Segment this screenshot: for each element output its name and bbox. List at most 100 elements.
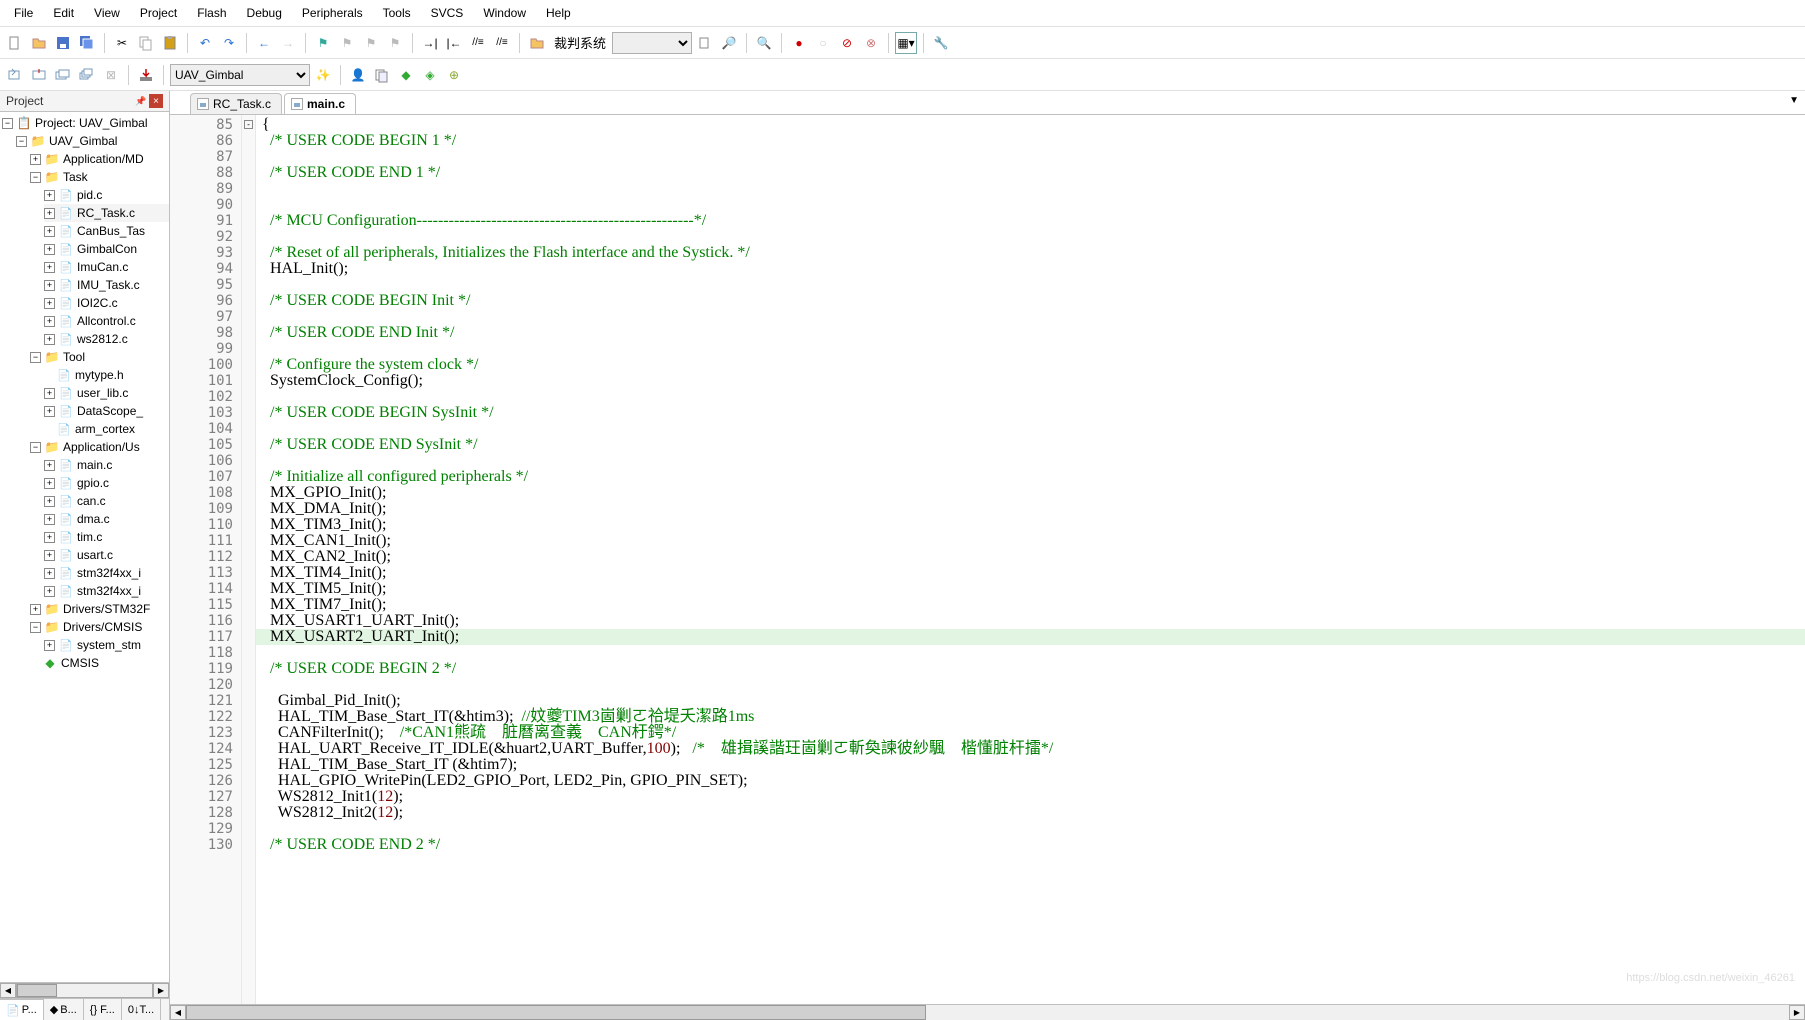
build-button[interactable] bbox=[28, 64, 50, 86]
tree-group[interactable]: −📁Application/Us bbox=[30, 438, 169, 456]
target-select[interactable]: UAV_Gimbal bbox=[170, 64, 310, 86]
stop-build-button[interactable]: ⊠ bbox=[100, 64, 122, 86]
save-all-button[interactable] bbox=[76, 32, 98, 54]
tree-file[interactable]: +📄gpio.c bbox=[44, 474, 169, 492]
tree-file[interactable]: +📄system_stm bbox=[44, 636, 169, 654]
tree-file[interactable]: 📄arm_cortex bbox=[44, 420, 169, 438]
scroll-right-icon[interactable]: ▶ bbox=[153, 983, 169, 998]
tree-group[interactable]: −📁Drivers/CMSIS bbox=[30, 618, 169, 636]
tree-group[interactable]: +📁Drivers/STM32F bbox=[30, 600, 169, 618]
batch-build-button[interactable] bbox=[76, 64, 98, 86]
tree-file[interactable]: +📄CanBus_Tas bbox=[44, 222, 169, 240]
save-button[interactable] bbox=[52, 32, 74, 54]
select-packs-button[interactable] bbox=[371, 64, 393, 86]
window-layout-button[interactable]: ▦▾ bbox=[895, 32, 917, 54]
tree-file[interactable]: +📄can.c bbox=[44, 492, 169, 510]
menu-debug[interactable]: Debug bbox=[237, 2, 292, 24]
tree-file[interactable]: +📄RC_Task.c bbox=[44, 204, 169, 222]
breakpoint-kill-button[interactable]: ⊗ bbox=[860, 32, 882, 54]
pack-installer-button[interactable]: ◆ bbox=[395, 64, 417, 86]
tab-project[interactable]: 📄P... bbox=[0, 999, 44, 1020]
tree-file[interactable]: +📄ws2812.c bbox=[44, 330, 169, 348]
bookmark-next-button[interactable]: ⚑ bbox=[360, 32, 382, 54]
pack-refresh-button[interactable]: ◈ bbox=[419, 64, 441, 86]
tree-file[interactable]: +📄main.c bbox=[44, 456, 169, 474]
tree-file[interactable]: +📄usart.c bbox=[44, 546, 169, 564]
menu-tools[interactable]: Tools bbox=[373, 2, 421, 24]
tree-file[interactable]: +📄Allcontrol.c bbox=[44, 312, 169, 330]
find-button[interactable] bbox=[694, 32, 716, 54]
download-button[interactable] bbox=[135, 64, 157, 86]
editor-hscroll[interactable]: ◀ ▶ bbox=[170, 1004, 1805, 1020]
scroll-left-icon[interactable]: ◀ bbox=[170, 1005, 186, 1020]
configure-button[interactable]: 🔧 bbox=[930, 32, 952, 54]
tab-functions[interactable]: {} F... bbox=[84, 999, 122, 1020]
scroll-track[interactable] bbox=[16, 983, 153, 998]
menu-view[interactable]: View bbox=[84, 2, 130, 24]
uncomment-button[interactable]: //≡ bbox=[491, 32, 513, 54]
tab-books[interactable]: ◆B... bbox=[44, 999, 84, 1020]
cut-button[interactable]: ✂ bbox=[111, 32, 133, 54]
translate-button[interactable] bbox=[4, 64, 26, 86]
debug-button[interactable]: 🔍 bbox=[753, 32, 775, 54]
tree-file[interactable]: +📄pid.c bbox=[44, 186, 169, 204]
menu-peripherals[interactable]: Peripherals bbox=[292, 2, 373, 24]
incremental-find-button[interactable]: 🔎 bbox=[718, 32, 740, 54]
menu-help[interactable]: Help bbox=[536, 2, 581, 24]
tabs-dropdown-icon[interactable]: ▼ bbox=[1789, 95, 1799, 106]
tree-group[interactable]: −📁Task bbox=[30, 168, 169, 186]
bookmark-button[interactable]: ⚑ bbox=[312, 32, 334, 54]
bookmark-clear-button[interactable]: ⚑ bbox=[384, 32, 406, 54]
tree-group[interactable]: +📁Application/MD bbox=[30, 150, 169, 168]
indent-button[interactable]: →| bbox=[419, 32, 441, 54]
scroll-right-icon[interactable]: ▶ bbox=[1789, 1005, 1805, 1020]
breakpoint-insert-button[interactable]: ● bbox=[788, 32, 810, 54]
breakpoint-enable-button[interactable]: ○ bbox=[812, 32, 834, 54]
new-file-button[interactable] bbox=[4, 32, 26, 54]
comment-button[interactable]: //≡ bbox=[467, 32, 489, 54]
menu-file[interactable]: File bbox=[4, 2, 43, 24]
tree-file[interactable]: 📄mytype.h bbox=[44, 366, 169, 384]
target-options-button[interactable]: ✨ bbox=[312, 64, 334, 86]
code-editor[interactable]: 8586878889909192939495969798991001011021… bbox=[170, 115, 1805, 1004]
tree-file[interactable]: +📄IMU_Task.c bbox=[44, 276, 169, 294]
search-field[interactable]: 裁判系统 bbox=[550, 33, 610, 52]
pin-icon[interactable]: 📌 bbox=[135, 95, 147, 107]
scroll-thumb[interactable] bbox=[186, 1005, 926, 1020]
tree-file[interactable]: +📄dma.c bbox=[44, 510, 169, 528]
breakpoint-disable-button[interactable]: ⊘ bbox=[836, 32, 858, 54]
copy-button[interactable] bbox=[135, 32, 157, 54]
menu-flash[interactable]: Flash bbox=[187, 2, 236, 24]
project-tree[interactable]: −📋Project: UAV_Gimbal−📁UAV_Gimbal+📁Appli… bbox=[0, 112, 169, 982]
outdent-button[interactable]: |← bbox=[443, 32, 465, 54]
manage-rte-button[interactable]: ⊕ bbox=[443, 64, 465, 86]
tree-file[interactable]: +📄IOI2C.c bbox=[44, 294, 169, 312]
tree-file[interactable]: +📄user_lib.c bbox=[44, 384, 169, 402]
paste-button[interactable] bbox=[159, 32, 181, 54]
tab-rc-task[interactable]: RC_Task.c bbox=[190, 93, 282, 114]
tree-hscroll[interactable]: ◀ ▶ bbox=[0, 982, 169, 998]
tree-target[interactable]: −📁UAV_Gimbal bbox=[16, 132, 169, 150]
tree-file[interactable]: +📄ImuCan.c bbox=[44, 258, 169, 276]
tab-main[interactable]: main.c bbox=[284, 93, 356, 114]
code-content[interactable]: { /* USER CODE BEGIN 1 */ /* USER CODE E… bbox=[256, 115, 1805, 1004]
tree-file[interactable]: +📄DataScope_ bbox=[44, 402, 169, 420]
tab-templates[interactable]: 0↓T... bbox=[122, 999, 161, 1020]
find-in-files-button[interactable] bbox=[526, 32, 548, 54]
tree-file[interactable]: +📄tim.c bbox=[44, 528, 169, 546]
tree-group[interactable]: −📁Tool bbox=[30, 348, 169, 366]
menu-svcs[interactable]: SVCS bbox=[421, 2, 474, 24]
menu-project[interactable]: Project bbox=[130, 2, 187, 24]
nav-back-button[interactable]: ← bbox=[253, 32, 275, 54]
scroll-thumb[interactable] bbox=[17, 984, 57, 997]
tree-file[interactable]: +📄stm32f4xx_i bbox=[44, 564, 169, 582]
tree-root[interactable]: −📋Project: UAV_Gimbal bbox=[2, 114, 169, 132]
open-file-button[interactable] bbox=[28, 32, 50, 54]
undo-button[interactable]: ↶ bbox=[194, 32, 216, 54]
rebuild-button[interactable] bbox=[52, 64, 74, 86]
tree-file[interactable]: +📄stm32f4xx_i bbox=[44, 582, 169, 600]
redo-button[interactable]: ↷ bbox=[218, 32, 240, 54]
search-dropdown[interactable] bbox=[612, 32, 692, 54]
tree-cmsis[interactable]: ◆CMSIS bbox=[30, 654, 169, 672]
bookmark-prev-button[interactable]: ⚑ bbox=[336, 32, 358, 54]
